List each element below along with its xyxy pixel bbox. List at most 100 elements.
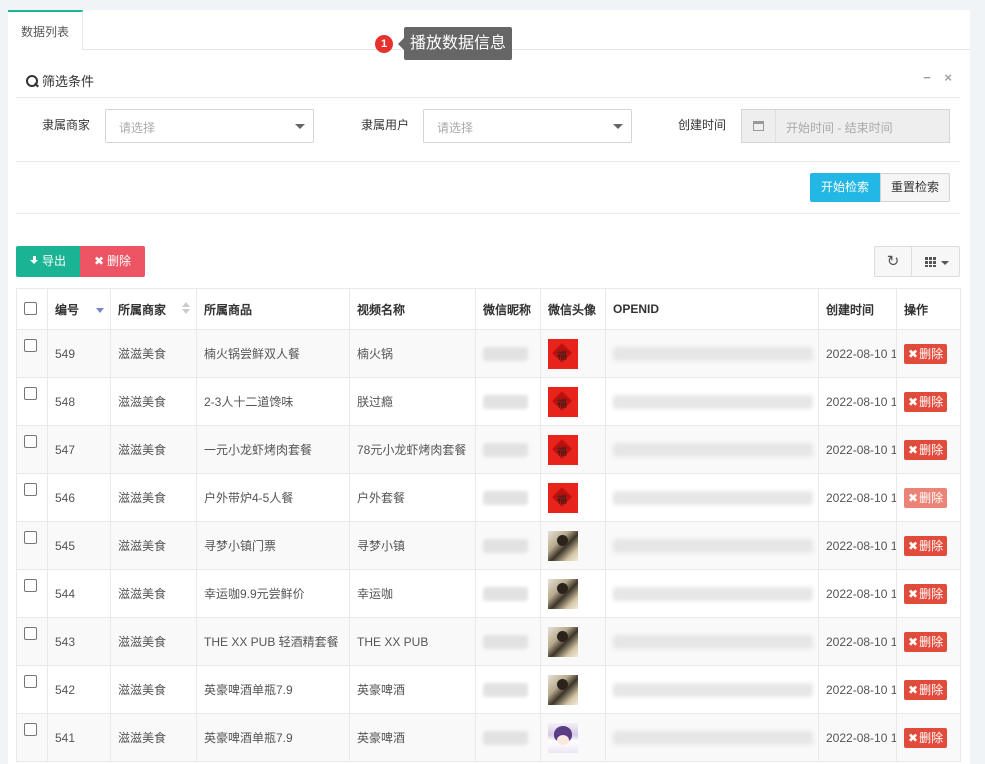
sort-icon (182, 302, 190, 316)
cell-video: 英豪啤酒 (349, 713, 476, 762)
cell-actions: ✖删除 (896, 377, 961, 426)
date-range-input[interactable]: 开始时间 - 结束时间 (741, 109, 950, 143)
anime-avatar (548, 722, 578, 753)
blurred-nickname (483, 682, 528, 697)
export-button[interactable]: 导出 (16, 246, 80, 277)
column-header-id[interactable]: 编号 (47, 288, 111, 330)
row-checkbox[interactable] (24, 722, 37, 736)
row-checkbox[interactable] (24, 530, 37, 544)
cell-nickname (475, 617, 541, 666)
row-delete-button[interactable]: ✖删除 (904, 439, 948, 460)
row-delete-button[interactable]: ✖删除 (904, 535, 948, 556)
close-icon[interactable]: × (944, 70, 952, 85)
merchant-label: 隶属商家 (42, 118, 91, 132)
cell-actions: ✖删除 (896, 569, 961, 618)
cell-openid (605, 665, 819, 714)
row-delete-button[interactable]: ✖删除 (904, 631, 948, 652)
blurred-openid (613, 634, 813, 649)
panel-tools: − × (913, 70, 952, 85)
collapse-icon[interactable]: − (923, 70, 931, 85)
row-delete-button[interactable]: ✖删除 (904, 727, 948, 748)
row-checkbox[interactable] (24, 434, 37, 448)
select-all-checkbox[interactable] (24, 302, 37, 315)
row-checkbox[interactable] (24, 674, 37, 688)
sort-desc-icon (96, 308, 104, 313)
cell-openid (605, 425, 819, 474)
grid-icon (925, 257, 936, 267)
filter-panel: 筛选条件 − × 隶属商家 请选择 隶属用户 请选择 创建时间 开始时间 - 结… (16, 60, 960, 214)
cell-created: 2022-08-10 1 (818, 425, 897, 474)
column-header-avatar: 微信头像 (540, 288, 606, 330)
fu-icon (548, 386, 578, 417)
close-icon: ✖ (93, 254, 105, 268)
user-placeholder: 请选择 (437, 121, 474, 135)
blurred-openid (613, 346, 813, 361)
reset-button[interactable]: 重置检索 (880, 173, 950, 202)
cell-created: 2022-08-10 1 (818, 713, 897, 762)
cell-nickname (475, 665, 541, 714)
row-select-cell (16, 665, 48, 714)
row-delete-button[interactable]: ✖删除 (904, 487, 948, 508)
cell-merchant: 滋滋美食 (110, 329, 197, 378)
close-icon: ✖ (908, 586, 919, 601)
cell-nickname (475, 425, 541, 474)
delete-selected-button[interactable]: ✖ 删除 (80, 246, 145, 277)
filter-title-text: 筛选条件 (42, 74, 95, 89)
merchant-select[interactable]: 请选择 (105, 109, 314, 143)
cell-video: 楠火锅 (349, 329, 476, 378)
cell-actions: ✖删除 (896, 473, 961, 522)
cell-product: 2-3人十二道馋味 (196, 377, 350, 426)
row-checkbox[interactable] (24, 626, 37, 640)
row-checkbox[interactable] (24, 482, 37, 496)
delete-label: 删除 (107, 254, 132, 268)
cell-video: 幸运咖 (349, 569, 476, 618)
cell-product: 寻梦小镇门票 (196, 521, 350, 570)
cell-actions: ✖删除 (896, 617, 961, 666)
cell-product: THE XX PUB 轻酒精套餐 (196, 617, 350, 666)
cell-avatar (540, 377, 606, 426)
row-delete-button[interactable]: ✖删除 (904, 583, 948, 604)
cell-merchant: 滋滋美食 (110, 665, 197, 714)
row-checkbox[interactable] (24, 386, 37, 400)
cell-merchant: 滋滋美食 (110, 617, 197, 666)
user-label: 隶属用户 (361, 118, 410, 132)
tab-data-list[interactable]: 数据列表 (8, 10, 84, 50)
cell-created: 2022-08-10 1 (818, 521, 897, 570)
row-delete-button[interactable]: ✖删除 (904, 343, 948, 364)
cell-merchant: 滋滋美食 (110, 473, 197, 522)
blurred-nickname (483, 394, 528, 409)
table-header-row: 编号 所属商家 所属商品 视频名称 微信昵称 微信头像 OPENID 创建时间 … (16, 288, 961, 330)
data-table: 编号 所属商家 所属商品 视频名称 微信昵称 微信头像 OPENID 创建时间 … (16, 288, 961, 762)
row-checkbox[interactable] (24, 338, 37, 352)
table-body: 549滋滋美食楠火锅尝鲜双人餐楠火锅2022-08-10 1✖删除548滋滋美食… (16, 329, 961, 762)
blurred-nickname (483, 586, 528, 601)
cell-video: 英豪啤酒 (349, 665, 476, 714)
row-checkbox[interactable] (24, 578, 37, 592)
cell-avatar (540, 425, 606, 474)
row-delete-button[interactable]: ✖删除 (904, 679, 948, 700)
refresh-button[interactable]: ↻ (874, 246, 912, 277)
column-header-actions: 操作 (896, 288, 961, 330)
cell-id: 549 (47, 329, 111, 378)
row-delete-button[interactable]: ✖删除 (904, 391, 948, 412)
user-select[interactable]: 请选择 (423, 109, 632, 143)
cell-created: 2022-08-10 1 (818, 569, 897, 618)
blurred-nickname (483, 442, 528, 457)
cell-created: 2022-08-10 1 (818, 377, 897, 426)
cell-id: 546 (47, 473, 111, 522)
cell-id: 548 (47, 377, 111, 426)
table-row: 547滋滋美食一元小龙虾烤肉套餐78元小龙虾烤肉套餐 2022-08-10 1 ✖删… (16, 425, 961, 474)
table-row: 545 滋滋美食 寻梦小镇门票 寻梦小镇 2022-08-10 1 ✖删除 (16, 521, 961, 570)
blurred-nickname (483, 538, 528, 553)
cell-merchant: 滋滋美食 (110, 569, 197, 618)
export-label: 导出 (41, 254, 66, 268)
column-header-merchant[interactable]: 所属商家 (110, 288, 197, 330)
columns-toggle-button[interactable] (911, 246, 960, 277)
cell-merchant: 滋滋美食 (110, 377, 197, 426)
filter-title: 筛选条件 (26, 71, 94, 90)
cell-actions: ✖删除 (896, 665, 961, 714)
cell-created: 2022-08-10 1 (818, 329, 897, 378)
cell-avatar (540, 617, 606, 666)
merchant-placeholder: 请选择 (119, 121, 156, 135)
search-button[interactable]: 开始检索 (810, 173, 880, 202)
